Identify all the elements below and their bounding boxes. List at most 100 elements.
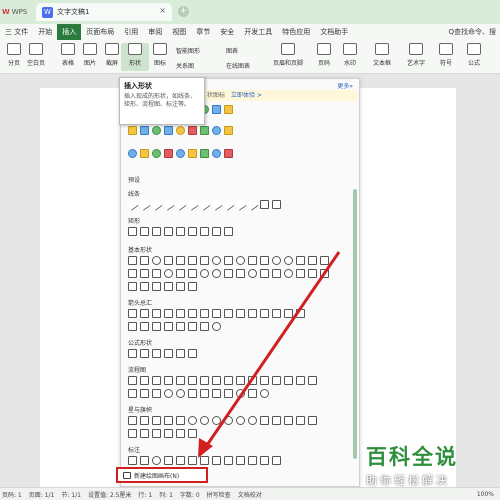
arrow-shape[interactable]: [176, 322, 185, 331]
callout-shape[interactable]: [140, 456, 149, 465]
formula-shape[interactable]: [152, 349, 161, 358]
rectangle-shape[interactable]: [164, 227, 173, 236]
basic-shape[interactable]: [128, 256, 137, 265]
callout-shape[interactable]: [212, 456, 221, 465]
gallery-icon[interactable]: [188, 126, 197, 135]
star-shape[interactable]: [188, 416, 197, 425]
menu-file[interactable]: 三 文件: [0, 24, 33, 40]
menu-page-layout[interactable]: 页面布局: [81, 24, 119, 40]
wps-home-tab[interactable]: W WPS: [2, 4, 32, 20]
basic-shape[interactable]: [176, 282, 185, 291]
star-shape[interactable]: [248, 416, 257, 425]
basic-shape[interactable]: [296, 269, 305, 278]
basic-shape[interactable]: [248, 256, 257, 265]
line-shape[interactable]: [234, 198, 247, 211]
basic-shape[interactable]: [200, 269, 209, 278]
smart-graphic-button[interactable]: 智能图形: [176, 46, 200, 55]
spell-check-toggle[interactable]: 拼写检查: [207, 490, 231, 499]
basic-shape[interactable]: [200, 256, 209, 265]
basic-shape[interactable]: [164, 282, 173, 291]
zoom-level[interactable]: 100%: [477, 491, 500, 498]
line-shape[interactable]: [272, 200, 281, 209]
menu-references[interactable]: 引用: [119, 24, 143, 40]
line-shape[interactable]: [246, 198, 259, 211]
flowchart-shape[interactable]: [140, 389, 149, 398]
basic-shape[interactable]: [308, 269, 317, 278]
flowchart-shape[interactable]: [284, 376, 293, 385]
relation-chart-button[interactable]: 关系图: [176, 61, 194, 70]
gallery-icon[interactable]: [212, 126, 221, 135]
flowchart-shape[interactable]: [236, 389, 245, 398]
flowchart-shape[interactable]: [128, 389, 137, 398]
flowchart-shape[interactable]: [140, 376, 149, 385]
basic-shape[interactable]: [164, 256, 173, 265]
symbol-button[interactable]: 符号: [432, 43, 460, 71]
basic-shape[interactable]: [152, 256, 161, 265]
formula-button[interactable]: 公式: [460, 43, 488, 71]
line-shape[interactable]: [210, 198, 223, 211]
document-tab[interactable]: W 文字文稿1 ×: [36, 3, 172, 21]
panel-scrollbar[interactable]: [353, 189, 357, 459]
arrow-shape[interactable]: [188, 322, 197, 331]
arrow-shape[interactable]: [272, 309, 281, 318]
flowchart-shape[interactable]: [308, 376, 317, 385]
icon-library-button[interactable]: 图标: [146, 43, 174, 71]
rectangle-shape[interactable]: [212, 227, 221, 236]
line-shape[interactable]: [260, 200, 269, 209]
basic-shape[interactable]: [188, 256, 197, 265]
gallery-icon[interactable]: [188, 149, 197, 158]
basic-shape[interactable]: [188, 282, 197, 291]
basic-shape[interactable]: [140, 269, 149, 278]
watermark-button[interactable]: 水印: [336, 43, 364, 71]
flowchart-shape[interactable]: [212, 389, 221, 398]
star-shape[interactable]: [236, 416, 245, 425]
gallery-icon[interactable]: [224, 105, 233, 114]
gallery-icon[interactable]: [164, 149, 173, 158]
menu-chapter[interactable]: 章节: [191, 24, 215, 40]
close-icon[interactable]: ×: [159, 6, 166, 15]
flowchart-shape[interactable]: [248, 376, 257, 385]
gallery-icon[interactable]: [140, 126, 149, 135]
flowchart-shape[interactable]: [260, 389, 269, 398]
chart-button[interactable]: 图表: [226, 46, 238, 55]
arrow-shape[interactable]: [212, 322, 221, 331]
star-shape[interactable]: [140, 429, 149, 438]
arrow-shape[interactable]: [212, 309, 221, 318]
gallery-icon[interactable]: [128, 149, 137, 158]
arrow-shape[interactable]: [236, 309, 245, 318]
gallery-icon[interactable]: [152, 126, 161, 135]
formula-shape[interactable]: [140, 349, 149, 358]
basic-shape[interactable]: [260, 269, 269, 278]
arrow-shape[interactable]: [200, 309, 209, 318]
basic-shape[interactable]: [272, 256, 281, 265]
art-text-button[interactable]: 艺术字: [402, 43, 430, 71]
menu-view[interactable]: 视图: [167, 24, 191, 40]
rectangle-shape[interactable]: [128, 227, 137, 236]
flowchart-shape[interactable]: [164, 389, 173, 398]
formula-shape[interactable]: [164, 349, 173, 358]
basic-shape[interactable]: [176, 256, 185, 265]
flowchart-shape[interactable]: [128, 376, 137, 385]
basic-shape[interactable]: [320, 256, 329, 265]
menu-features[interactable]: 特色应用: [277, 24, 315, 40]
basic-shape[interactable]: [152, 282, 161, 291]
new-drawing-canvas-button[interactable]: 新建绘图画布(N): [116, 467, 208, 483]
formula-shape[interactable]: [188, 349, 197, 358]
line-shape[interactable]: [126, 198, 139, 211]
callout-shape[interactable]: [260, 456, 269, 465]
flowchart-shape[interactable]: [212, 376, 221, 385]
basic-shape[interactable]: [224, 269, 233, 278]
try-now-link[interactable]: 立即体验 >: [231, 92, 262, 99]
basic-shape[interactable]: [140, 256, 149, 265]
flowchart-shape[interactable]: [176, 376, 185, 385]
flowchart-shape[interactable]: [152, 376, 161, 385]
gallery-icon[interactable]: [212, 105, 221, 114]
basic-shape[interactable]: [212, 256, 221, 265]
line-shape[interactable]: [138, 198, 151, 211]
star-shape[interactable]: [188, 429, 197, 438]
callout-shape[interactable]: [248, 456, 257, 465]
menu-insert[interactable]: 插入: [57, 24, 82, 40]
star-shape[interactable]: [164, 416, 173, 425]
arrow-shape[interactable]: [140, 309, 149, 318]
flowchart-shape[interactable]: [224, 376, 233, 385]
